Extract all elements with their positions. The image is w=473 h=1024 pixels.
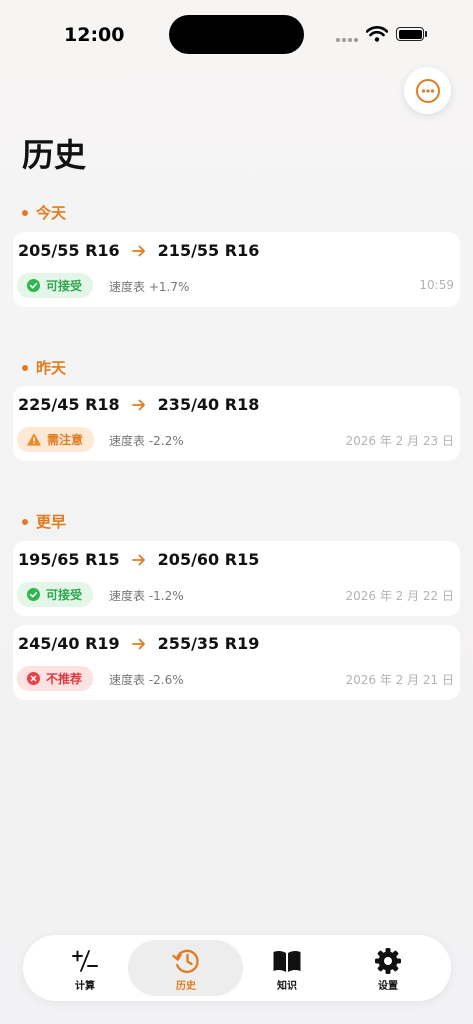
size-conversion: 195/65 R15 205/60 R15: [18, 550, 259, 569]
history-card[interactable]: 245/40 R19 255/35 R19 不推荐 速度表 -2.6% 2026…: [13, 625, 460, 700]
arrow-right-icon: [131, 554, 146, 566]
more-icon: [415, 78, 440, 103]
size-conversion: 245/40 R19 255/35 R19: [18, 634, 259, 653]
history-card[interactable]: 195/65 R15 205/60 R15 可接受 速度表 -1.2% 2026…: [13, 541, 460, 616]
status-badge: 可接受: [17, 273, 94, 298]
section-label-yesterday: 昨天: [22, 357, 66, 378]
cellular-signal-icon: [336, 38, 358, 42]
new-size: 215/55 R16: [157, 241, 260, 260]
status-badge: 不推荐: [17, 666, 94, 691]
battery-icon: [396, 27, 424, 41]
status-time: 12:00: [64, 24, 125, 46]
timestamp: 2026 年 2 月 22 日: [345, 589, 454, 603]
arrow-right-icon: [131, 245, 146, 257]
original-size: 245/40 R19: [18, 634, 120, 653]
speedometer-diff: 速度表 -2.2%: [109, 434, 184, 448]
new-size: 235/40 R18: [157, 395, 260, 414]
wifi-icon: [366, 26, 388, 42]
tab-bar: 计算 历史 知识 设置: [23, 935, 451, 1001]
page-title: 历史: [22, 136, 87, 174]
tab-history[interactable]: 历史: [136, 935, 236, 1001]
book-icon: [272, 947, 302, 975]
status-badge: 可接受: [17, 582, 94, 607]
tab-knowledge[interactable]: 知识: [237, 935, 337, 1001]
timestamp: 2026 年 2 月 23 日: [345, 434, 454, 448]
original-size: 225/45 R18: [18, 395, 120, 414]
timestamp: 10:59: [419, 278, 454, 292]
timestamp: 2026 年 2 月 21 日: [345, 673, 454, 687]
speedometer-diff: 速度表 -2.6%: [109, 673, 184, 687]
status-badge: 需注意: [17, 427, 95, 452]
check-circle-icon: [27, 588, 40, 601]
x-circle-icon: [27, 672, 40, 685]
history-card[interactable]: 225/45 R18 235/40 R18 需注意 速度表 -2.2% 2026…: [13, 386, 460, 461]
history-card[interactable]: 205/55 R16 215/55 R16 可接受 速度表 +1.7% 10:5…: [13, 232, 460, 307]
speedometer-diff: 速度表 +1.7%: [109, 280, 190, 294]
warning-icon: [27, 433, 41, 446]
new-size: 255/35 R19: [157, 634, 260, 653]
speedometer-diff: 速度表 -1.2%: [109, 589, 184, 603]
section-label-today: 今天: [22, 202, 66, 223]
section-label-earlier: 更早: [22, 511, 66, 532]
size-conversion: 205/55 R16 215/55 R16: [18, 241, 259, 260]
more-options-button[interactable]: [404, 67, 451, 114]
plus-minus-icon: [71, 947, 99, 975]
original-size: 195/65 R15: [18, 550, 120, 569]
arrow-right-icon: [131, 638, 146, 650]
history-icon: [171, 947, 201, 975]
check-circle-icon: [27, 279, 40, 292]
tab-calculate[interactable]: 计算: [35, 935, 135, 1001]
size-conversion: 225/45 R18 235/40 R18: [18, 395, 259, 414]
new-size: 205/60 R15: [157, 550, 260, 569]
status-bar: 12:00: [0, 0, 473, 70]
tab-settings[interactable]: 设置: [338, 935, 438, 1001]
gear-icon: [374, 947, 402, 975]
dynamic-island: [169, 15, 304, 54]
original-size: 205/55 R16: [18, 241, 120, 260]
arrow-right-icon: [131, 399, 146, 411]
